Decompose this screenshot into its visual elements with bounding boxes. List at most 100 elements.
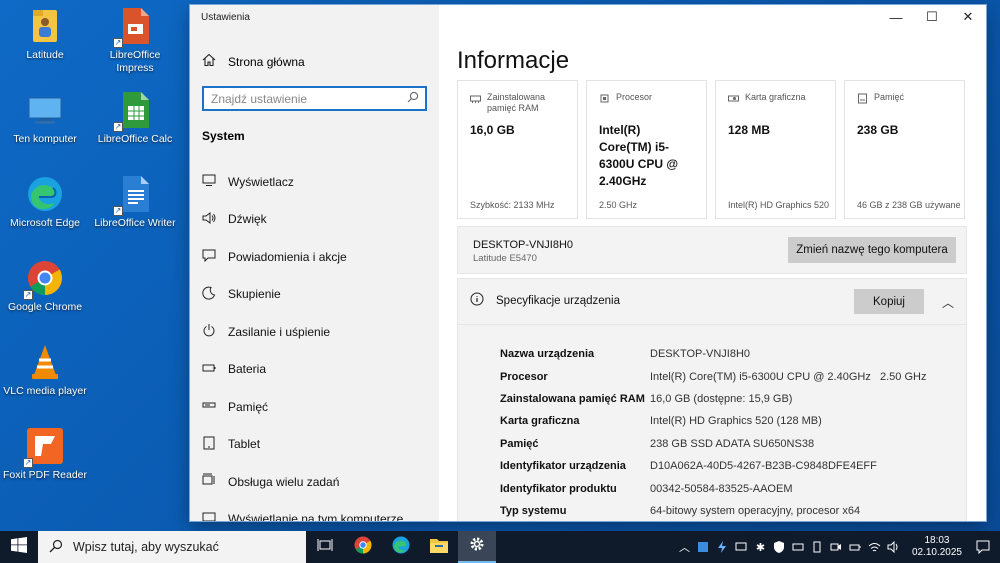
- file-explorer-icon: [429, 536, 449, 559]
- notifications-icon[interactable]: [974, 538, 992, 556]
- card-title: Procesor: [616, 92, 653, 102]
- desktop-icon-libreoffice-calc[interactable]: ↗ LibreOffice Calc: [92, 90, 178, 146]
- sidebar: Ustawienia Strona główna System Wyświetl…: [190, 5, 439, 521]
- taskbar-chrome[interactable]: [344, 531, 382, 563]
- volume-icon[interactable]: [887, 541, 900, 554]
- taskbar-search[interactable]: Wpisz tutaj, aby wyszukać: [38, 531, 306, 563]
- clock[interactable]: 18:03 02.10.2025: [912, 535, 962, 559]
- desktop-icon-foxit[interactable]: ↗ Foxit PDF Reader: [2, 426, 88, 482]
- spec-value: 16,0 GB (dostępne: 15,9 GB): [650, 392, 793, 405]
- spec-key: Identyfikator urządzenia: [500, 460, 626, 473]
- notifications-icon: [202, 248, 216, 265]
- sidebar-item-tablet[interactable]: Tablet: [202, 426, 403, 464]
- system-tray: ︿ ✱ 18:03 02.10.2025: [678, 531, 1000, 563]
- search-icon: [49, 539, 63, 556]
- chevron-up-icon[interactable]: ︿: [678, 541, 691, 554]
- clock-time: 18:03: [924, 535, 950, 546]
- tray-meet-icon[interactable]: [830, 541, 843, 554]
- sidebar-item-storage[interactable]: Pamięć: [202, 388, 403, 426]
- taskbar-settings[interactable]: [458, 531, 496, 563]
- desktop-icon-chrome[interactable]: ↗ Google Chrome: [2, 258, 88, 314]
- taskbar-edge[interactable]: [382, 531, 420, 563]
- sidebar-home[interactable]: Strona główna: [202, 53, 305, 70]
- home-icon: [202, 53, 216, 70]
- defender-shield-icon[interactable]: [773, 541, 786, 554]
- power-icon: [202, 323, 216, 340]
- wifi-icon[interactable]: [868, 541, 881, 554]
- vlc-icon: [25, 342, 65, 382]
- spec-key: Karta graficzna: [500, 415, 580, 428]
- sidebar-item-notifications[interactable]: Powiadomienia i akcje: [202, 238, 403, 276]
- spec-row: Typ systemu 64-bitowy system operacyjny, …: [500, 500, 926, 521]
- card-subtext: 2.50 GHz: [599, 200, 638, 210]
- card-gpu: Karta graficzna 128 MB Intel(R) HD Graph…: [715, 80, 836, 219]
- sidebar-item-label: Obsługa wielu zadań: [228, 474, 340, 489]
- tray-device-icon[interactable]: [811, 541, 824, 554]
- taskbar-search-placeholder: Wpisz tutaj, aby wyszukać: [73, 540, 219, 554]
- desktop-icon-vlc[interactable]: VLC media player: [2, 342, 88, 398]
- sidebar-item-power[interactable]: Zasilanie i uśpienie: [202, 313, 403, 351]
- tray-network-drive-icon[interactable]: [792, 541, 805, 554]
- sidebar-item-battery[interactable]: Bateria: [202, 351, 403, 389]
- sidebar-item-focus[interactable]: Skupienie: [202, 276, 403, 314]
- maximize-button[interactable]: ☐: [914, 5, 950, 29]
- desktop-icon-label: Ten komputer: [13, 133, 77, 145]
- bluetooth-icon[interactable]: ✱: [754, 541, 767, 554]
- sidebar-item-display[interactable]: Wyświetlacz: [202, 163, 403, 201]
- sidebar-section-title: System: [202, 129, 245, 143]
- task-view-button[interactable]: [306, 531, 344, 563]
- spec-value: 00342-50584-83525-AAOEM: [650, 482, 793, 495]
- taskbar-file-explorer[interactable]: [420, 531, 458, 563]
- libreoffice-calc-icon: ↗: [113, 90, 155, 132]
- desktop-icon-label: Microsoft Edge: [9, 217, 81, 229]
- card-value: 128 MB: [728, 123, 771, 137]
- sidebar-item-projecting[interactable]: Wyświetlanie na tym komputerze: [202, 501, 403, 521]
- multitasking-icon: [202, 473, 216, 490]
- chevron-up-icon[interactable]: ︿: [942, 294, 954, 311]
- edge-icon: [25, 174, 65, 214]
- sidebar-item-label: Powiadomienia i akcje: [228, 249, 347, 264]
- tray-lightning-icon[interactable]: [716, 541, 729, 554]
- tray-app-icon[interactable]: [697, 541, 710, 554]
- start-button[interactable]: [0, 531, 38, 563]
- copy-button[interactable]: Kopiuj: [854, 289, 924, 314]
- tablet-icon: [202, 436, 216, 453]
- desktop-icon-libreoffice-writer[interactable]: ↗ LibreOffice Writer: [92, 174, 178, 230]
- storage-icon: [857, 92, 868, 116]
- desktop-icon-this-pc[interactable]: Ten komputer: [2, 90, 88, 146]
- rename-pc-button[interactable]: Zmień nazwę tego komputera: [788, 237, 956, 263]
- spec-row: Karta graficzna Intel(R) HD Graphics 520 …: [500, 410, 926, 432]
- card-subtext: Intel(R) HD Graphics 520: [728, 200, 830, 210]
- sidebar-item-label: Bateria: [228, 362, 267, 377]
- chrome-icon: ↗: [23, 258, 65, 300]
- clock-date: 02.10.2025: [911, 547, 962, 558]
- tray-display-icon[interactable]: [735, 541, 748, 554]
- task-view-icon: [317, 538, 333, 557]
- libreoffice-impress-icon: ↗: [113, 6, 155, 48]
- desktop-icon-label: VLC media player: [3, 385, 87, 397]
- page-title: Informacje: [457, 47, 570, 74]
- settings-search-input[interactable]: [211, 91, 401, 106]
- tray-power-plug-icon[interactable]: [849, 541, 862, 554]
- device-specs-panel: Specyfikacje urządzenia Kopiuj ︿ Nazwa u…: [457, 278, 967, 521]
- spec-list: Nazwa urządzenia DESKTOP-VNJI8H0 Procesor…: [500, 343, 926, 521]
- spec-row: Procesor Intel(R) Core(TM) i5-6300U CPU @…: [500, 365, 926, 387]
- settings-search[interactable]: [202, 86, 427, 111]
- summary-cards: Zainstalowana pamięć RAM 16,0 GB Szybkoś…: [457, 80, 969, 219]
- desktop-icon-libreoffice-impress[interactable]: ↗ LibreOffice Impress: [92, 6, 178, 75]
- desktop-icon-edge[interactable]: Microsoft Edge: [2, 174, 88, 230]
- desktop-icon-latitude[interactable]: Latitude: [2, 6, 88, 62]
- card-subtext: 46 GB z 238 GB używane: [857, 200, 961, 210]
- card-value: Intel(R) Core(TM) i5-6300U CPU @ 2.40GHz: [599, 123, 679, 188]
- sidebar-item-multitasking[interactable]: Obsługa wielu zadań: [202, 463, 403, 501]
- sidebar-item-label: Wyświetlacz: [228, 174, 294, 189]
- sidebar-item-sound[interactable]: Dźwięk: [202, 201, 403, 239]
- minimize-button[interactable]: —: [878, 5, 914, 29]
- card-ram: Zainstalowana pamięć RAM 16,0 GB Szybkoś…: [457, 80, 578, 219]
- spec-value: 238 GB SSD ADATA SU650NS38: [650, 437, 815, 450]
- card-value: 238 GB: [857, 123, 899, 137]
- foxit-icon: ↗: [23, 426, 65, 468]
- close-button[interactable]: ✕: [950, 5, 986, 29]
- card-cpu: Procesor Intel(R) Core(TM) i5-6300U CPU …: [586, 80, 707, 219]
- device-specs-header[interactable]: Specyfikacje urządzenia: [470, 292, 620, 309]
